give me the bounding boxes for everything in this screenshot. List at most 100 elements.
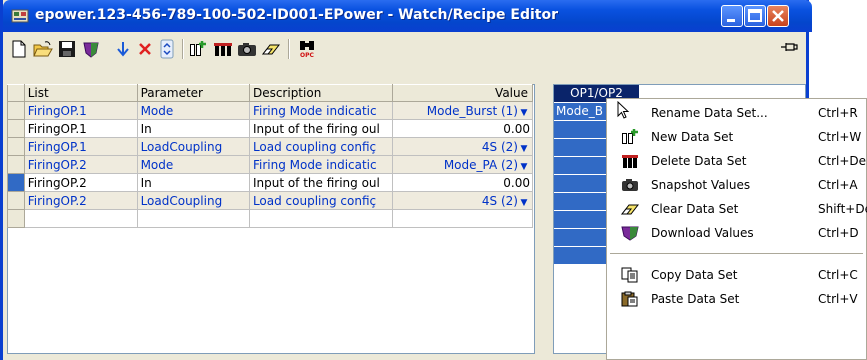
parameter-grid[interactable]: List Parameter Description Value FiringO… [7,84,535,354]
cell-parameter[interactable]: In [136,173,250,192]
cell-description[interactable]: Input of the firing oul [248,173,393,192]
save-disk-icon[interactable] [56,38,78,60]
open-folder-icon[interactable] [32,38,54,60]
menu-item-label: Download Values [651,226,754,240]
minimize-button[interactable] [721,5,743,27]
row-selector[interactable] [7,209,25,228]
table-row[interactable]: FiringOP.1 LoadCoupling Load coupling conf… [7,137,534,156]
cell-text: FiringOP.2 [27,193,87,208]
table-row[interactable] [7,209,534,228]
cell-list[interactable]: FiringOP.2 [23,173,138,192]
menu-item-new-data-set[interactable]: New Data Set Ctrl+W [607,125,866,149]
cell-parameter[interactable]: In [136,119,250,138]
table-row[interactable]: FiringOP.2 LoadCoupling Load coupling conf… [7,191,534,210]
new-dataset-icon[interactable] [188,38,210,60]
menu-item-shortcut: Ctrl+R [818,106,858,120]
column-header-parameter[interactable]: Parameter [136,84,250,102]
cell-description[interactable]: Load coupling confiç [248,191,393,210]
table-row[interactable]: FiringOP.1 Mode Firing Mode indicatic Mode_… [7,101,534,120]
cell-list[interactable]: FiringOP.2 [23,155,138,174]
download-shield-icon[interactable] [80,38,102,60]
cell-value[interactable]: Mode_PA (2) ▼ [391,155,534,174]
cell-text: Firing Mode indicatic [252,103,377,118]
scroll-updown-icon[interactable] [156,38,178,60]
opc-binoculars-icon[interactable]: OPC [296,38,318,60]
cell-parameter[interactable]: Mode [136,101,250,120]
cell-text: Mode [140,103,174,118]
dropdown-arrow-icon[interactable]: ▼ [518,198,530,208]
dropdown-arrow-icon[interactable]: ▼ [518,108,530,118]
cell-list[interactable] [23,209,138,228]
delete-x-icon[interactable] [134,38,156,60]
toolbar: OPC [6,35,806,63]
cell-parameter[interactable]: Mode [136,155,250,174]
menu-item-snapshot-values[interactable]: Snapshot Values Ctrl+A [607,173,866,197]
cell-text: FiringOP.2 [27,175,87,190]
cell-text: In [140,121,152,136]
pin-icon[interactable] [780,40,798,57]
column-header-description[interactable]: Description [248,84,393,102]
cell-value[interactable]: 0.00 [391,119,534,138]
title-bar[interactable]: epower.123-456-789-100-502-ID001-EPower … [3,0,812,32]
snapshot-camera-icon[interactable] [236,38,258,60]
cell-value[interactable]: 4S (2) ▼ [391,137,534,156]
column-header-list[interactable]: List [23,84,138,102]
cell-text: Load coupling confiç [252,193,377,208]
maximize-button[interactable] [744,5,766,27]
cell-parameter[interactable]: LoadCoupling [136,137,250,156]
dropdown-arrow-icon[interactable]: ▼ [518,144,530,154]
table-row[interactable]: FiringOP.1 In Input of the firing oul 0.00 [7,119,534,138]
menu-item-download-values[interactable]: Download Values Ctrl+D [607,221,866,245]
cell-description[interactable]: Load coupling confiç [248,137,393,156]
download-shield-icon [621,226,639,241]
cell-parameter[interactable] [136,209,250,228]
cell-parameter[interactable]: LoadCoupling [136,191,250,210]
delete-dataset-icon[interactable] [212,38,234,60]
cell-list[interactable]: FiringOP.2 [23,191,138,210]
row-selector[interactable] [7,155,25,174]
eraser-icon[interactable] [260,38,282,60]
menu-item-paste-data-set[interactable]: Paste Data Set Ctrl+V [607,287,866,311]
cell-list[interactable]: FiringOP.1 [23,119,138,138]
delete-dataset-icon [622,155,638,168]
cell-value[interactable]: Mode_Burst (1) ▼ [391,101,534,120]
move-down-icon[interactable] [112,38,134,60]
cell-text: FiringOP.1 [27,103,87,118]
menu-item-shortcut: Ctrl+C [818,268,858,282]
menu-item-delete-data-set[interactable]: Delete Data Set Ctrl+Del [607,149,867,173]
cell-text: LoadCoupling [140,193,223,208]
close-button[interactable] [767,5,789,27]
row-selector[interactable] [7,173,25,192]
row-selector[interactable] [7,191,25,210]
cell-text: FiringOP.1 [27,139,87,154]
row-selector[interactable] [7,137,25,156]
menu-item-label: Snapshot Values [651,178,751,192]
cell-text: 0.00 [503,121,530,136]
menu-item-shortcut: Shift+Del [818,202,867,216]
cell-text: FiringOP.1 [27,121,87,136]
cell-value[interactable]: 0.00 [391,173,534,192]
eraser-icon [621,204,639,215]
cell-description[interactable]: Firing Mode indicatic [248,155,393,174]
table-row[interactable]: FiringOP.2 Mode Firing Mode indicatic Mode_… [7,155,534,174]
cell-description[interactable]: Firing Mode indicatic [248,101,393,120]
menu-item-label: Rename Data Set... [651,106,768,120]
cell-list[interactable]: FiringOP.1 [23,101,138,120]
menu-item-clear-data-set[interactable]: Clear Data Set Shift+Del [607,197,867,221]
minimize-icon [727,19,735,22]
cell-list[interactable]: FiringOP.1 [23,137,138,156]
maximize-icon [748,9,762,22]
menu-item-rename-data-set[interactable]: Rename Data Set... Ctrl+R [607,101,866,125]
dropdown-arrow-icon[interactable]: ▼ [518,162,530,172]
cell-description[interactable] [248,209,393,228]
cell-description[interactable]: Input of the firing oul [248,119,393,138]
menu-item-copy-data-set[interactable]: Copy Data Set Ctrl+C [607,263,866,287]
paste-icon [621,291,638,307]
column-header-value[interactable]: Value [391,84,534,102]
new-file-icon[interactable] [8,38,30,60]
cell-value[interactable] [391,209,534,228]
row-selector[interactable] [7,101,25,120]
table-row[interactable]: FiringOP.2 In Input of the firing oul 0.00 [7,173,534,192]
cell-value[interactable]: 4S (2) ▼ [391,191,534,210]
row-selector[interactable] [7,119,25,138]
